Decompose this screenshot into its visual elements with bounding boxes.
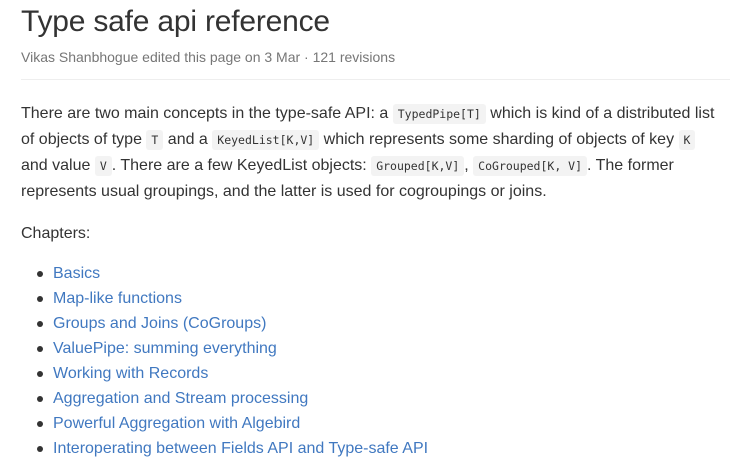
inline-code: CoGrouped[K, V]	[473, 156, 588, 176]
chapter-link-interoperating[interactable]: Interoperating between Fields API and Ty…	[53, 440, 428, 457]
divider	[21, 79, 730, 80]
intro-text: ,	[464, 157, 474, 174]
chapter-link-valuepipe[interactable]: ValuePipe: summing everything	[53, 340, 277, 357]
chapter-link-basics[interactable]: Basics	[53, 265, 100, 282]
chapter-item-map-like-functions: Map-like functions	[37, 286, 731, 311]
chapter-link-groups-and-joins[interactable]: Groups and Joins (CoGroups)	[53, 315, 266, 332]
inline-code: T	[146, 130, 164, 150]
bullet-icon	[37, 346, 43, 352]
bullet-icon	[37, 296, 43, 302]
wiki-page: Type safe api reference Vikas Shanbhogue…	[0, 0, 731, 474]
inline-code: KeyedList[K,V]	[212, 130, 320, 150]
bullet-icon	[37, 446, 43, 452]
inline-code: TypedPipe[T]	[392, 104, 486, 124]
intro-text: There are two main concepts in the type-…	[21, 105, 393, 122]
chapter-item-valuepipe: ValuePipe: summing everything	[37, 336, 731, 361]
chapter-item-working-with-records: Working with Records	[37, 361, 731, 386]
page-meta: Vikas Shanbhogue edited this page on 3 M…	[21, 49, 396, 65]
page-title: Type safe api reference	[21, 5, 330, 38]
chapter-item-powerful-aggregation: Powerful Aggregation with Algebird	[37, 411, 731, 436]
intro-text: which represents some sharding of object…	[319, 131, 679, 148]
bullet-icon	[37, 371, 43, 377]
chapter-item-interoperating: Interoperating between Fields API and Ty…	[37, 436, 731, 461]
chapter-link-map-like-functions[interactable]: Map-like functions	[53, 290, 182, 307]
inline-code: V	[94, 156, 112, 176]
chapter-link-powerful-aggregation[interactable]: Powerful Aggregation with Algebird	[53, 415, 300, 432]
chapter-list: Basics Map-like functions Groups and Joi…	[21, 261, 731, 461]
intro-text: . There are a few KeyedList objects:	[111, 157, 372, 174]
chapter-item-aggregation-and-stream-processing: Aggregation and Stream processing	[37, 386, 731, 411]
chapter-item-basics: Basics	[37, 261, 731, 286]
chapter-link-aggregation-and-stream-processing[interactable]: Aggregation and Stream processing	[53, 390, 308, 407]
chapter-item-groups-and-joins: Groups and Joins (CoGroups)	[37, 311, 731, 336]
chapters-label: Chapters:	[21, 225, 91, 242]
inline-code: K	[678, 130, 696, 150]
intro-text: and a	[163, 131, 213, 148]
bullet-icon	[37, 271, 43, 277]
chapter-link-working-with-records[interactable]: Working with Records	[53, 365, 208, 382]
bullet-icon	[37, 396, 43, 402]
intro-text: and value	[21, 157, 95, 174]
bullet-icon	[37, 321, 43, 327]
inline-code: Grouped[K,V]	[371, 156, 465, 176]
intro-paragraph: There are two main concepts in the type-…	[21, 101, 721, 204]
bullet-icon	[37, 421, 43, 427]
